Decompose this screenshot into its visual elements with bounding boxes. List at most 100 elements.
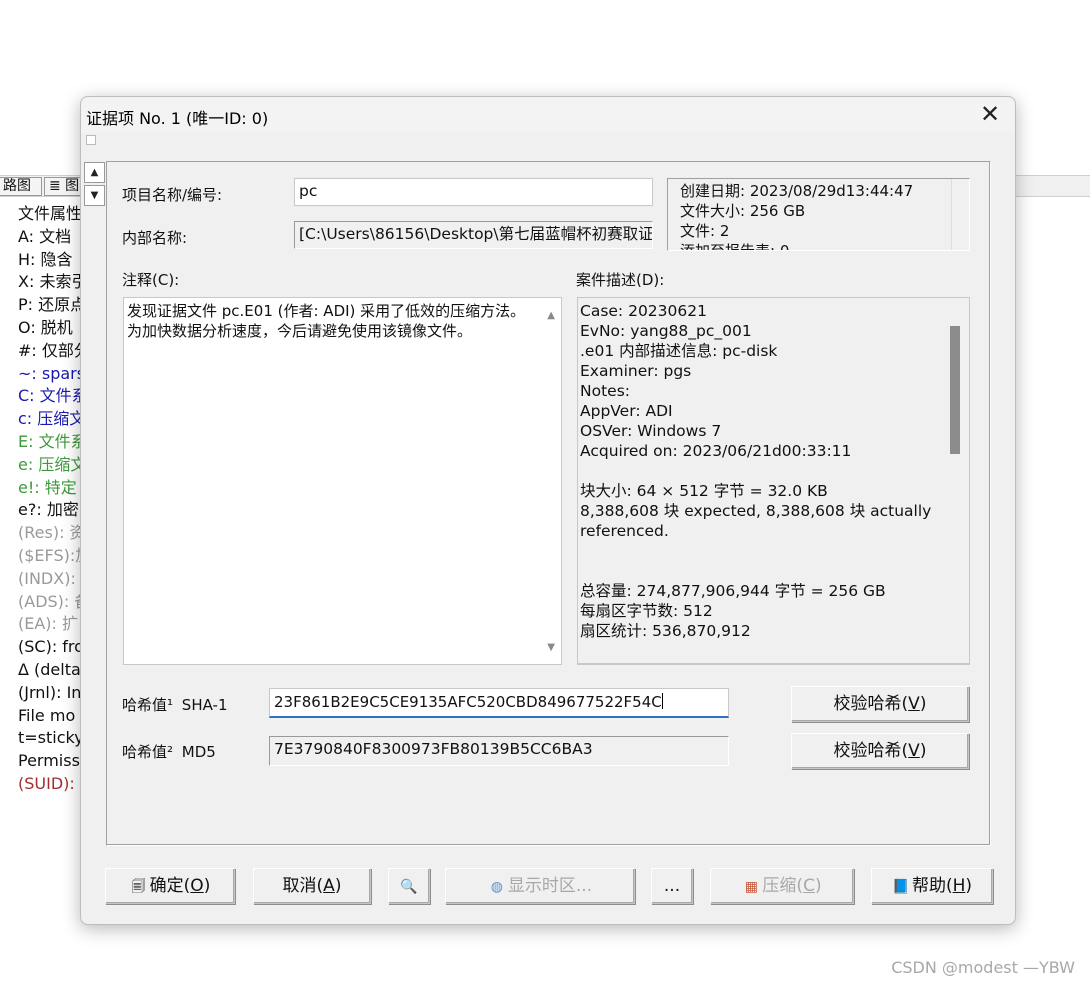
hash2-algo: MD5 xyxy=(181,743,216,761)
scroll-up-arrow-icon[interactable]: ▲ xyxy=(547,306,555,326)
background-list-item: (Jrnl): In xyxy=(18,682,82,702)
background-list-item: X: 未索引 xyxy=(18,272,88,292)
background-list-item: (Res): 资 xyxy=(18,523,86,543)
background-list-item: #: 仅部分 xyxy=(18,340,88,360)
comment-label: 注释(C): xyxy=(122,271,180,289)
case-desc-line: Notes: xyxy=(580,382,630,400)
case-desc-line xyxy=(580,561,966,581)
background-list-item: E: 文件系 xyxy=(18,431,87,451)
cancel-label: 取消( xyxy=(282,876,324,896)
verify-hash2-key: V xyxy=(908,741,920,761)
properties-icon: 🗐 xyxy=(131,879,146,895)
compress-icon: ▦ xyxy=(744,879,759,895)
comment-text: 发现证据文件 pc.E01 (作者: ADI) 采用了低效的压缩方法。为加快数据… xyxy=(127,302,526,340)
background-list-item: e!: 特定 xyxy=(18,477,77,497)
background-list-item: C: 文件系 xyxy=(18,386,88,406)
case-desc-line: referenced. xyxy=(580,522,669,540)
background-list-item: c: 压缩文 xyxy=(18,409,86,429)
case-desc-line xyxy=(580,461,966,481)
hash2-caption: 哈希值² xyxy=(122,743,174,761)
background-list-item: (SUID): xyxy=(18,773,75,793)
info-files: 文件: 2 xyxy=(680,222,730,240)
ok-label: 确定( xyxy=(149,876,191,896)
background-tab-1[interactable]: 路图 xyxy=(0,177,42,196)
ok-button[interactable]: 🗐 确定(O) xyxy=(105,868,235,904)
title-bar[interactable]: 证据项 No. 1 (唯一ID: 0) ✕ xyxy=(81,97,1015,133)
scroll-up-button[interactable]: ▲ xyxy=(84,162,105,183)
help-key: H xyxy=(952,876,966,896)
compress-label: 压缩( xyxy=(762,876,804,896)
case-desc-line: 每扇区字节数: 512 xyxy=(580,602,713,620)
background-list-item: (SC): fro xyxy=(18,637,84,657)
open-folder-button[interactable]: 🔍 xyxy=(388,868,430,904)
watermark: CSDN @modest —YBW xyxy=(891,958,1075,977)
background-list-item: ($EFS):加 xyxy=(18,545,88,565)
case-desc-scrollbar[interactable] xyxy=(943,298,969,663)
background-list-item: (EA): 扩 xyxy=(18,614,79,634)
hash1-label: 哈希值¹ SHA-1 xyxy=(122,694,228,715)
background-list-item: File mo xyxy=(18,705,76,725)
evidence-item-dialog: 证据项 No. 1 (唯一ID: 0) ✕ ▲ ▼ 项目名称/编号: pc 内部… xyxy=(80,96,1016,925)
text-caret xyxy=(661,693,663,709)
case-desc-scroll-thumb[interactable] xyxy=(950,326,960,454)
verify-hash2-button[interactable]: 校验哈希(V) xyxy=(791,733,969,769)
info-size: 文件大小: 256 GB xyxy=(680,202,806,220)
case-desc-line: 块大小: 64 × 512 字节 = 32.0 KB xyxy=(580,482,828,500)
case-desc-line: 扇区统计: 536,870,912 xyxy=(580,622,751,640)
show-timezone-button[interactable]: ◍ 显示时区... xyxy=(445,868,635,904)
case-desc-label: 案件描述(D): xyxy=(576,271,665,289)
comment-textarea[interactable]: 发现证据文件 pc.E01 (作者: ADI) 采用了低效的压缩方法。为加快数据… xyxy=(123,297,562,665)
background-attribute-list: 文件属性 A: 文档 H: 隐含 X: 未索引 P: 还原点 O: 脱机 #: 仅部分 ~: … xyxy=(18,203,88,796)
case-desc-line: 8,388,608 块 expected, 8,388,608 块 actual… xyxy=(580,502,932,520)
background-list-item: t=sticky xyxy=(18,728,84,748)
hash2-label: 哈希值² MD5 xyxy=(122,741,216,762)
compress-key: C xyxy=(803,876,815,896)
cancel-button[interactable]: 取消(A) xyxy=(253,868,371,904)
background-list-item: (ADS): 备 xyxy=(18,591,88,611)
system-menu-box[interactable] xyxy=(86,135,96,145)
verify-hash2-label: 校验哈希( xyxy=(833,741,909,761)
scroll-down-button[interactable]: ▼ xyxy=(84,185,105,206)
info-created: 创建日期: 2023/08/29d13:44:47 xyxy=(680,182,914,200)
background-list-item: H: 隐含 xyxy=(18,249,73,269)
help-button[interactable]: 📘 帮助(H) xyxy=(871,868,993,904)
case-desc-line: AppVer: ADI xyxy=(580,402,673,420)
evidence-info-box: 创建日期: 2023/08/29d13:44:47 文件大小: 256 GB 文… xyxy=(667,178,970,251)
verify-hash1-button[interactable]: 校验哈希(V) xyxy=(791,686,969,722)
sha1-hash-input[interactable]: 23F861B2E9C5CE9135AFC520CBD849677522F54C xyxy=(269,688,729,718)
info-scrollbar[interactable] xyxy=(951,179,969,250)
background-list-item: e: 压缩文 xyxy=(18,454,87,474)
case-desc-line: Acquired on: 2023/06/21d00:33:11 xyxy=(580,442,852,460)
background-tab-2[interactable]: ≣ 图 xyxy=(44,177,84,196)
more-options-button[interactable]: ... xyxy=(651,868,693,904)
close-icon[interactable]: ✕ xyxy=(977,102,1003,128)
verify-hash1-label: 校验哈希( xyxy=(833,694,909,714)
scroll-down-arrow-icon[interactable]: ▼ xyxy=(547,638,555,658)
item-name-label: 项目名称/编号: xyxy=(122,186,223,204)
ok-key: O xyxy=(190,876,204,896)
background-list-item: 文件属性 xyxy=(18,204,83,223)
internal-name-field: [C:\Users\86156\Desktop\第七届蓝帽杯初赛取证所 xyxy=(294,221,653,249)
case-description-box[interactable]: Case: 20230621 EvNo: yang88_pc_001 .e01 内部… xyxy=(577,297,970,665)
background-list-item: (INDX): xyxy=(18,568,76,588)
item-name-input[interactable]: pc xyxy=(294,178,653,206)
background-list-item: A: 文档 xyxy=(18,226,72,246)
background-list-item: Permiss xyxy=(18,751,80,771)
background-list-item: O: 脱机 xyxy=(18,317,73,337)
compress-button[interactable]: ▦ 压缩(C) xyxy=(710,868,854,904)
cancel-key: A xyxy=(323,876,335,896)
globe-icon: ◍ xyxy=(490,879,503,895)
internal-name-label: 内部名称: xyxy=(122,229,188,247)
hash1-algo: SHA-1 xyxy=(181,696,228,714)
case-desc-line xyxy=(580,541,966,561)
dialog-title: 证据项 No. 1 (唯一ID: 0) xyxy=(86,109,269,128)
case-desc-line: .e01 内部描述信息: pc-disk xyxy=(580,342,778,360)
comment-scrollbar[interactable]: ▲ ▼ xyxy=(539,298,561,664)
help-label: 帮助( xyxy=(911,876,953,896)
background-list-item: Δ (delta xyxy=(18,659,81,679)
sha1-value: 23F861B2E9C5CE9135AFC520CBD849677522F54C xyxy=(274,693,662,711)
help-book-icon: 📘 xyxy=(892,879,910,895)
folder-search-icon: 🔍 xyxy=(400,879,418,895)
hash1-caption: 哈希值¹ xyxy=(122,696,174,714)
case-desc-line: 总容量: 274,877,906,944 字节 = 256 GB xyxy=(580,582,886,600)
